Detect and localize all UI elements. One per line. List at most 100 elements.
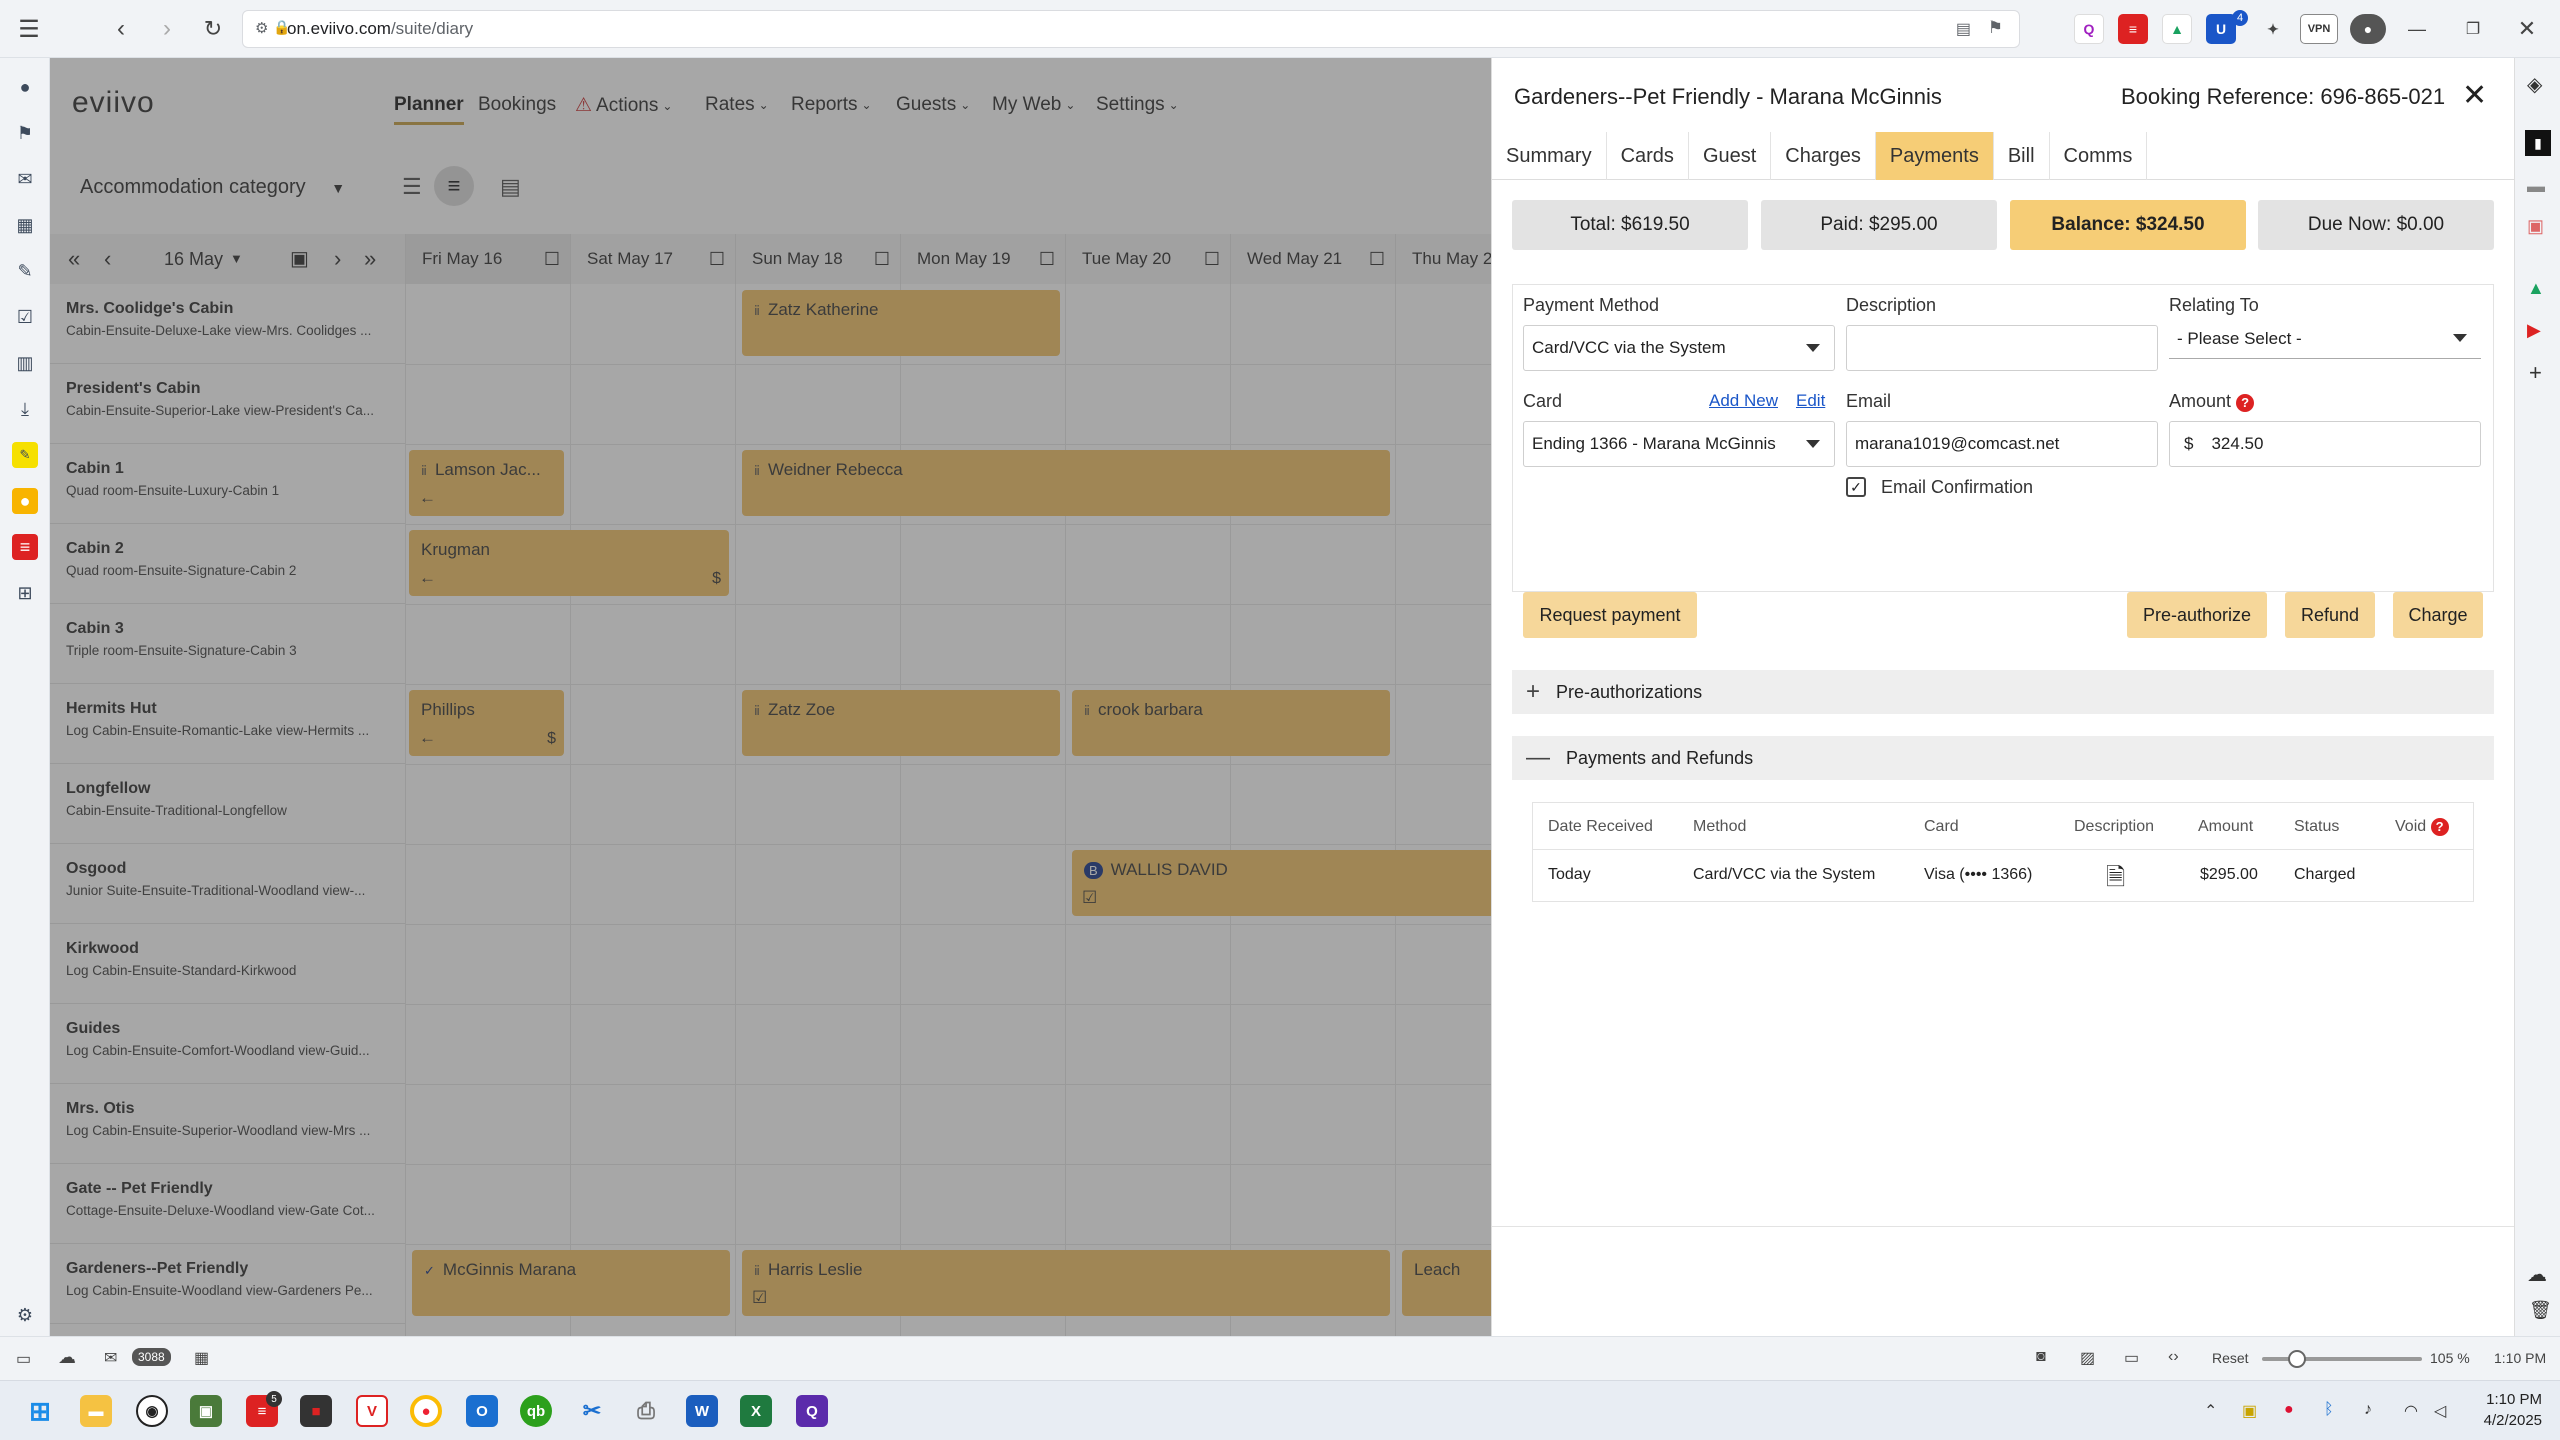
bookmark-icon[interactable]: ⚑ xyxy=(1988,18,2003,38)
snipping-taskbar-icon[interactable]: ✂ xyxy=(576,1395,608,1427)
panel-toggle-icon[interactable]: ▭ xyxy=(16,1349,31,1369)
restore-icon[interactable]: ❐ xyxy=(2454,10,2492,48)
left-icon[interactable]: ‹ xyxy=(104,246,111,272)
back-icon[interactable]: ‹ xyxy=(102,10,140,48)
word-taskbar-icon[interactable]: W xyxy=(686,1395,718,1427)
bluetooth-icon[interactable]: ᛒ xyxy=(2324,1401,2334,1419)
excel-taskbar-icon[interactable]: X xyxy=(740,1395,772,1427)
email-input[interactable]: marana1019@comcast.net xyxy=(1846,421,2158,467)
profile-avatar[interactable]: ● xyxy=(2350,14,2386,44)
wifi-icon[interactable]: ◠ xyxy=(2404,1401,2418,1421)
capture-icon[interactable]: ◙ xyxy=(2036,1348,2046,1366)
nav-settings[interactable]: Settings ⌄ xyxy=(1096,94,1179,116)
checkbox-icon[interactable]: ☐ xyxy=(1039,249,1055,270)
todoist-extension-icon[interactable]: ≡ xyxy=(2118,14,2148,44)
vivaldi-taskbar-icon[interactable]: V xyxy=(356,1395,388,1427)
layers-icon[interactable]: ◈ xyxy=(2527,72,2542,97)
double-right-icon[interactable]: » xyxy=(364,246,376,272)
nav-myweb[interactable]: My Web ⌄ xyxy=(992,94,1075,116)
checkbox-icon[interactable]: ☐ xyxy=(1369,249,1385,270)
outlook-taskbar-icon[interactable]: O xyxy=(466,1395,498,1427)
room-row[interactable]: Mrs. Otis Log Cabin-Ensuite-Superior-Wood… xyxy=(50,1084,405,1164)
quickbooks-taskbar-icon[interactable]: qb xyxy=(520,1395,552,1427)
app-taskbar-icon[interactable]: ◉ xyxy=(136,1395,168,1427)
card-select[interactable]: Ending 1366 - Marana McGinnis xyxy=(1523,421,1835,467)
nav-rates[interactable]: Rates ⌄ xyxy=(705,94,769,116)
zoom-reset-button[interactable]: Reset xyxy=(2212,1350,2249,1366)
q-taskbar-icon[interactable]: Q xyxy=(796,1395,828,1427)
room-row[interactable]: President's Cabin Cabin-Ensuite-Superior-… xyxy=(50,364,405,444)
settings-panel-icon[interactable]: ⚙ xyxy=(12,1302,38,1328)
checkbox-icon[interactable]: ☐ xyxy=(544,249,560,270)
close-window-icon[interactable]: ✕ xyxy=(2508,10,2546,48)
booking-block[interactable]: Phillips ← $ xyxy=(409,690,564,756)
booking-block[interactable]: ⅱ crook barbara xyxy=(1072,690,1390,756)
refund-button[interactable]: Refund xyxy=(2285,592,2375,638)
tray-app-icon-2[interactable]: ● xyxy=(2284,1401,2294,1419)
strip-icon[interactable]: ▬ xyxy=(2527,176,2545,197)
app-panel-icon-2[interactable]: ● xyxy=(12,488,38,514)
bookmarks-panel-icon[interactable]: ⚑ xyxy=(12,120,38,146)
booking-block[interactable]: ⅱ Lamson Jac... ← xyxy=(409,450,564,516)
tray-app-icon[interactable]: ▣ xyxy=(2242,1401,2257,1421)
app-taskbar-icon-2[interactable]: ▣ xyxy=(190,1395,222,1427)
amount-input[interactable]: $324.50 xyxy=(2169,421,2481,467)
request-payment-button[interactable]: Request payment xyxy=(1523,592,1697,638)
room-row[interactable]: Longfellow Cabin-Ensuite-Traditional-Long… xyxy=(50,764,405,844)
address-bar[interactable]: ⚙ 🔒 on.eviivo.com/suite/diary ▤ ⚑ xyxy=(242,10,2020,48)
drive-extension-icon[interactable]: ▲ xyxy=(2162,14,2192,44)
chrome-taskbar-icon[interactable]: ● xyxy=(410,1395,442,1427)
email-confirmation-checkbox[interactable]: ✓ xyxy=(1846,477,1866,497)
close-icon[interactable]: ✕ xyxy=(2462,78,2487,113)
nav-bookings[interactable]: Bookings xyxy=(478,94,556,116)
room-row[interactable]: Hermits Hut Log Cabin-Ensuite-Romantic-La… xyxy=(50,684,405,764)
tasks-panel-icon[interactable]: ☑ xyxy=(12,304,38,330)
reader-icon[interactable]: ▤ xyxy=(1956,19,1971,39)
room-row[interactable]: Gate -- Pet Friendly Cottage-Ensuite-Delu… xyxy=(50,1164,405,1244)
pre-authorize-button[interactable]: Pre-authorize xyxy=(2127,592,2267,638)
zoom-slider[interactable] xyxy=(2262,1357,2422,1361)
grid-view-icon[interactable]: ▤ xyxy=(500,174,521,200)
tab-charges[interactable]: Charges xyxy=(1771,132,1876,180)
description-input[interactable] xyxy=(1846,325,2158,371)
tab-payments[interactable]: Payments xyxy=(1875,132,1994,180)
checkbox-icon[interactable]: ☐ xyxy=(1204,249,1220,270)
tab-guest[interactable]: Guest xyxy=(1689,132,1772,180)
double-left-icon[interactable]: « xyxy=(68,246,80,272)
room-row[interactable]: Cabin 1 Quad room-Ensuite-Luxury-Cabin 1 xyxy=(50,444,405,524)
site-settings-icon[interactable]: ⚙ xyxy=(255,19,268,37)
youtube-strip-icon[interactable]: ▶ xyxy=(2527,320,2541,341)
downloads-panel-icon[interactable]: ⤓ xyxy=(12,396,38,422)
booking-block[interactable]: ⅱ Zatz Zoe xyxy=(742,690,1060,756)
help-icon[interactable]: ? xyxy=(2236,394,2255,412)
pre-authorizations-section[interactable]: + Pre-authorizations xyxy=(1512,670,2494,714)
windows-start-icon[interactable]: ⊞ xyxy=(24,1395,56,1427)
nav-reports[interactable]: Reports ⌄ xyxy=(791,94,872,116)
vpn-icon[interactable]: VPN xyxy=(2300,14,2338,44)
calendar-panel-icon[interactable]: ▦ xyxy=(12,212,38,238)
booking-block[interactable]: B WALLIS DAVID ☑ xyxy=(1072,850,1491,916)
volume-icon[interactable]: ◁ xyxy=(2434,1401,2446,1421)
taskbar-clock[interactable]: 1:10 PM 4/2/2025 xyxy=(2466,1391,2542,1429)
minimize-icon[interactable]: — xyxy=(2398,10,2436,48)
forward-icon[interactable]: › xyxy=(148,10,186,48)
document-icon[interactable]: 🗎 xyxy=(2106,860,2125,901)
menu-icon[interactable]: ☰ xyxy=(10,10,48,48)
room-row[interactable]: Cabin 2 Quad room-Ensuite-Signature-Cabin… xyxy=(50,524,405,604)
booking-block[interactable]: Leach xyxy=(1402,1250,1491,1316)
cloud-icon[interactable]: ☁ xyxy=(2527,1262,2547,1287)
reading-list-icon[interactable]: ▥ xyxy=(12,350,38,376)
booking-block[interactable]: ⅱ Zatz Katherine xyxy=(742,290,1060,356)
nav-planner[interactable]: Planner xyxy=(394,94,464,125)
payment-method-select[interactable]: Card/VCC via the System xyxy=(1523,325,1835,371)
trash-icon[interactable]: 🗑 xyxy=(2529,1300,2552,1321)
room-row[interactable]: Osgood Junior Suite-Ensuite-Traditional-W… xyxy=(50,844,405,924)
mail-panel-icon[interactable]: ✉ xyxy=(12,166,38,192)
tab-comms[interactable]: Comms xyxy=(2050,132,2148,180)
compact-view-icon[interactable]: ≡ xyxy=(434,166,474,206)
vivaldi-icon[interactable]: ● xyxy=(12,74,38,100)
notes-panel-icon[interactable]: ✎ xyxy=(12,258,38,284)
strip-icon[interactable]: ▣ xyxy=(2527,216,2544,237)
charge-button[interactable]: Charge xyxy=(2393,592,2483,638)
todoist-panel-icon[interactable]: ≡ xyxy=(12,534,38,560)
